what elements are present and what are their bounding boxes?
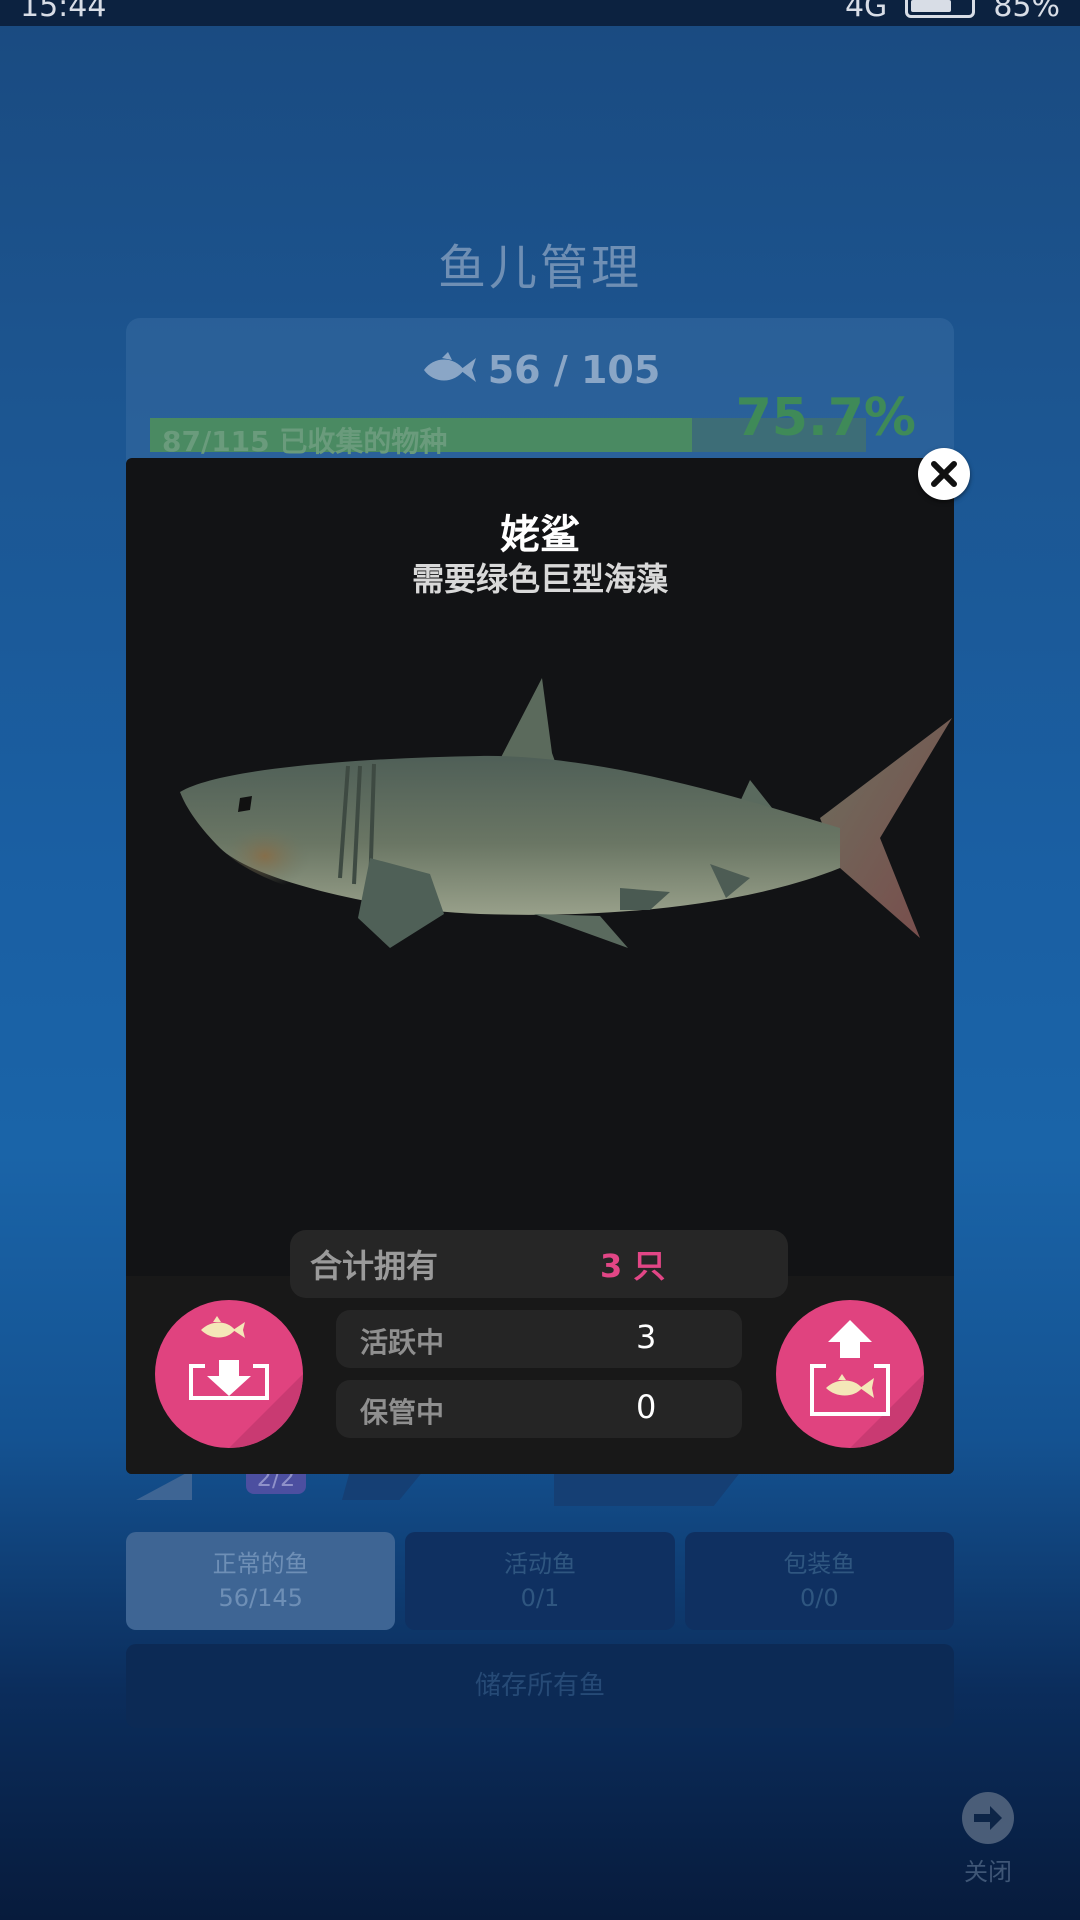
tab-event-fish-label: 活动鱼 <box>503 1550 576 1578</box>
fish-count-text: 56 / 105 <box>487 348 661 392</box>
total-owned-label: 合计拥有 <box>310 1247 439 1285</box>
tab-event-fish[interactable]: 活动鱼 0/1 <box>405 1532 675 1630</box>
fish-thumbnail-3[interactable] <box>554 1470 742 1506</box>
release-fish-icon <box>810 1320 924 1448</box>
fish-detail-modal: 姥鲨 需要绿色巨型海藻 合计拥有 3 只 活跃中 3 保管中 0 <box>126 448 970 1474</box>
fish-count: 56 / 105 <box>126 348 954 392</box>
species-progress-label: 87/115 已收集的物种 <box>162 425 448 458</box>
page-title: 鱼儿管理 <box>437 240 642 296</box>
tab-packaged-fish[interactable]: 包装鱼 0/0 <box>684 1532 954 1630</box>
fish-name: 姥鲨 <box>500 512 580 558</box>
fish-requirement: 需要绿色巨型海藻 <box>411 560 668 598</box>
store-all-fish-button[interactable]: 储存所有鱼 <box>126 1644 954 1728</box>
modal-close-button[interactable] <box>918 448 970 500</box>
active-count-row: 活跃中 3 <box>336 1310 742 1368</box>
fish-category-tabs: 正常的鱼 56/145 活动鱼 0/1 包装鱼 0/0 <box>126 1532 954 1630</box>
stored-count-value: 0 <box>636 1388 657 1426</box>
release-fish-button[interactable] <box>776 1300 924 1448</box>
close-page-button[interactable]: 关闭 <box>955 1792 1021 1887</box>
stored-count-label: 保管中 <box>360 1396 445 1429</box>
fish-icon <box>423 352 476 382</box>
tab-event-fish-count: 0/1 <box>520 1584 560 1612</box>
total-owned-row: 合计拥有 3 只 <box>290 1230 788 1298</box>
fish-thumbnail-2[interactable] <box>342 1470 424 1500</box>
species-percent: 75.7% <box>735 388 916 448</box>
store-fish-icon <box>189 1316 303 1448</box>
active-count-label: 活跃中 <box>360 1326 445 1359</box>
close-page-label: 关闭 <box>964 1858 1012 1886</box>
fish-thumbnail-1[interactable] <box>136 1470 192 1500</box>
active-count-value: 3 <box>636 1318 657 1356</box>
store-fish-button[interactable] <box>155 1300 303 1448</box>
stored-count-row: 保管中 0 <box>336 1380 742 1438</box>
tab-normal-fish[interactable]: 正常的鱼 56/145 <box>126 1532 396 1630</box>
shark-image <box>180 678 952 948</box>
total-owned-value: 3 只 <box>600 1247 666 1285</box>
close-icon <box>931 461 957 487</box>
tab-packaged-fish-label: 包装鱼 <box>783 1550 856 1578</box>
tab-normal-fish-label: 正常的鱼 <box>212 1550 309 1578</box>
tab-normal-fish-count: 56/145 <box>218 1584 303 1612</box>
collection-summary-card: 56 / 105 87/115 已收集的物种 75.7% <box>126 318 954 478</box>
arrow-right-icon <box>962 1792 1014 1844</box>
tab-packaged-fish-count: 0/0 <box>800 1584 839 1612</box>
